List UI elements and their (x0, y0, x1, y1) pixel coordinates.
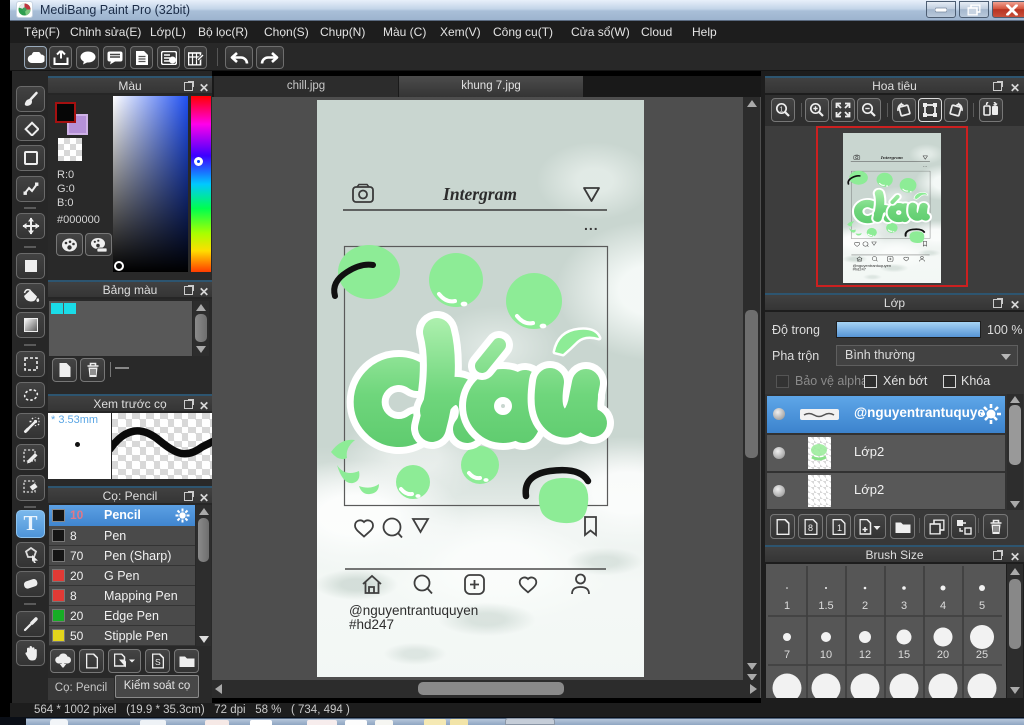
svg-text:#hd247: #hd247 (349, 617, 394, 632)
svg-text:@nguyentrantuquyen: @nguyentrantuquyen (349, 603, 478, 618)
svg-text:1: 1 (837, 523, 842, 533)
svg-text:4: 4 (940, 600, 946, 612)
svg-text:10: 10 (820, 649, 832, 661)
svg-text:1: 1 (784, 600, 790, 612)
svg-text:1.5: 1.5 (818, 600, 833, 612)
svg-text:8: 8 (808, 523, 813, 533)
svg-text:3: 3 (901, 600, 907, 612)
svg-text:S: S (155, 657, 161, 667)
svg-text:7: 7 (784, 649, 790, 661)
svg-text:20: 20 (937, 649, 949, 661)
svg-text:25: 25 (976, 649, 988, 661)
svg-text:Intergram: Intergram (442, 184, 517, 204)
svg-text:5: 5 (979, 600, 985, 612)
svg-text:2: 2 (862, 600, 868, 612)
svg-text:...: ... (584, 217, 599, 233)
svg-text:1: 1 (780, 107, 784, 114)
svg-text:12: 12 (859, 649, 871, 661)
svg-text:15: 15 (898, 649, 910, 661)
